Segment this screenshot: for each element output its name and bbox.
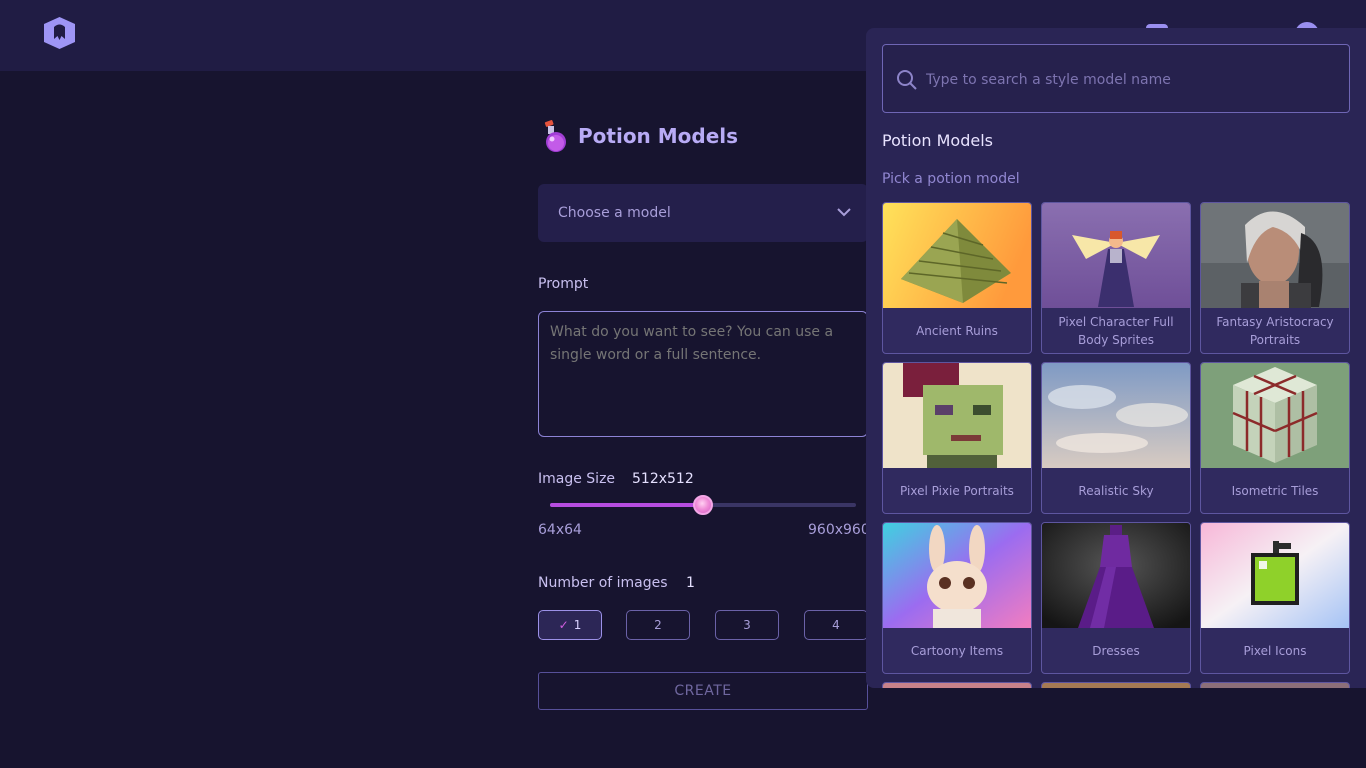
model-card-pixel-pixie[interactable]: Pixel Pixie Portraits — [882, 362, 1032, 514]
check-icon: ✓ — [558, 618, 569, 632]
model-card-pixel-character[interactable]: Pixel Character Full Body Sprites — [1041, 202, 1191, 354]
panel-title: Potion Models — [882, 131, 993, 150]
model-card-pixel-icons[interactable]: Pixel Icons — [1200, 522, 1350, 674]
num-images-value: 1 — [686, 575, 695, 591]
model-search-box[interactable] — [882, 44, 1350, 113]
model-card-label: Dresses — [1092, 643, 1140, 658]
model-card-label: Cartoony Items — [910, 643, 1004, 658]
slider-fill — [550, 503, 703, 507]
num-images-option-3[interactable]: 3 — [715, 610, 779, 640]
model-card-ancient-ruins[interactable]: Ancient Ruins — [882, 202, 1032, 354]
search-icon — [897, 70, 917, 90]
chevron-down-icon — [837, 208, 851, 217]
model-card-label: Realistic Sky — [1078, 483, 1154, 498]
prompt-input[interactable] — [538, 311, 868, 437]
pixel-pixie-thumbnail — [883, 363, 1031, 468]
image-size-slider[interactable] — [550, 495, 856, 515]
model-card-partial[interactable] — [1200, 682, 1350, 688]
cartoony-items-thumbnail — [883, 523, 1031, 628]
panel-subtitle: Pick a potion model — [882, 171, 1020, 187]
ancient-ruins-thumbnail — [883, 203, 1031, 308]
slider-thumb[interactable] — [693, 495, 713, 515]
model-card-label: Fantasy Aristocracy Portraits — [1216, 314, 1334, 347]
num-images-option-1[interactable]: ✓ 1 — [538, 610, 602, 640]
model-picker-panel: Potion Models Pick a potion model Ancien… — [866, 28, 1366, 688]
num-images-label: Number of images — [538, 575, 668, 591]
model-card-label: Pixel Icons — [1243, 643, 1307, 658]
fantasy-aristocracy-thumbnail — [1201, 203, 1349, 308]
model-card-isometric-tiles[interactable]: Isometric Tiles — [1200, 362, 1350, 514]
model-card-label: Pixel Pixie Portraits — [900, 483, 1014, 498]
image-size-label: Image Size — [538, 471, 616, 487]
num-option-label: 3 — [743, 618, 751, 632]
model-card-label: Isometric Tiles — [1231, 483, 1319, 498]
image-size-min: 64x64 — [538, 522, 582, 538]
create-button[interactable]: CREATE — [538, 672, 868, 710]
prompt-label: Prompt — [538, 276, 589, 292]
isometric-tiles-thumbnail — [1201, 363, 1349, 468]
model-select-placeholder: Choose a model — [558, 205, 671, 221]
model-card-label: Ancient Ruins — [916, 323, 998, 338]
model-card-label: Pixel Character Full Body Sprites — [1058, 314, 1174, 347]
model-card-dresses[interactable]: Dresses — [1041, 522, 1191, 674]
page-title: Potion Models — [578, 124, 739, 148]
realistic-sky-thumbnail — [1042, 363, 1190, 468]
model-search-input[interactable] — [926, 69, 1336, 91]
dresses-thumbnail — [1042, 523, 1190, 628]
page-header: Potion Models — [538, 118, 738, 154]
model-card-fantasy-aristocracy[interactable]: Fantasy Aristocracy Portraits — [1200, 202, 1350, 354]
model-card-realistic-sky[interactable]: Realistic Sky — [1041, 362, 1191, 514]
potion-bottle-icon — [544, 120, 566, 152]
model-select[interactable]: Choose a model — [538, 184, 868, 242]
model-card-partial[interactable] — [1041, 682, 1191, 688]
model-card-partial[interactable] — [882, 682, 1032, 688]
num-images-option-4[interactable]: 4 — [804, 610, 868, 640]
num-option-label: 4 — [832, 618, 840, 632]
image-size-value: 512x512 — [632, 471, 694, 487]
num-option-label: 1 — [573, 618, 582, 632]
model-card-cartoony-items[interactable]: Cartoony Items — [882, 522, 1032, 674]
num-option-label: 2 — [654, 618, 662, 632]
pixel-character-thumbnail — [1042, 203, 1190, 308]
app-logo-icon[interactable] — [43, 17, 76, 49]
image-size-max: 960x960 — [808, 522, 870, 538]
pixel-icons-thumbnail — [1201, 523, 1349, 628]
num-images-option-2[interactable]: 2 — [626, 610, 690, 640]
